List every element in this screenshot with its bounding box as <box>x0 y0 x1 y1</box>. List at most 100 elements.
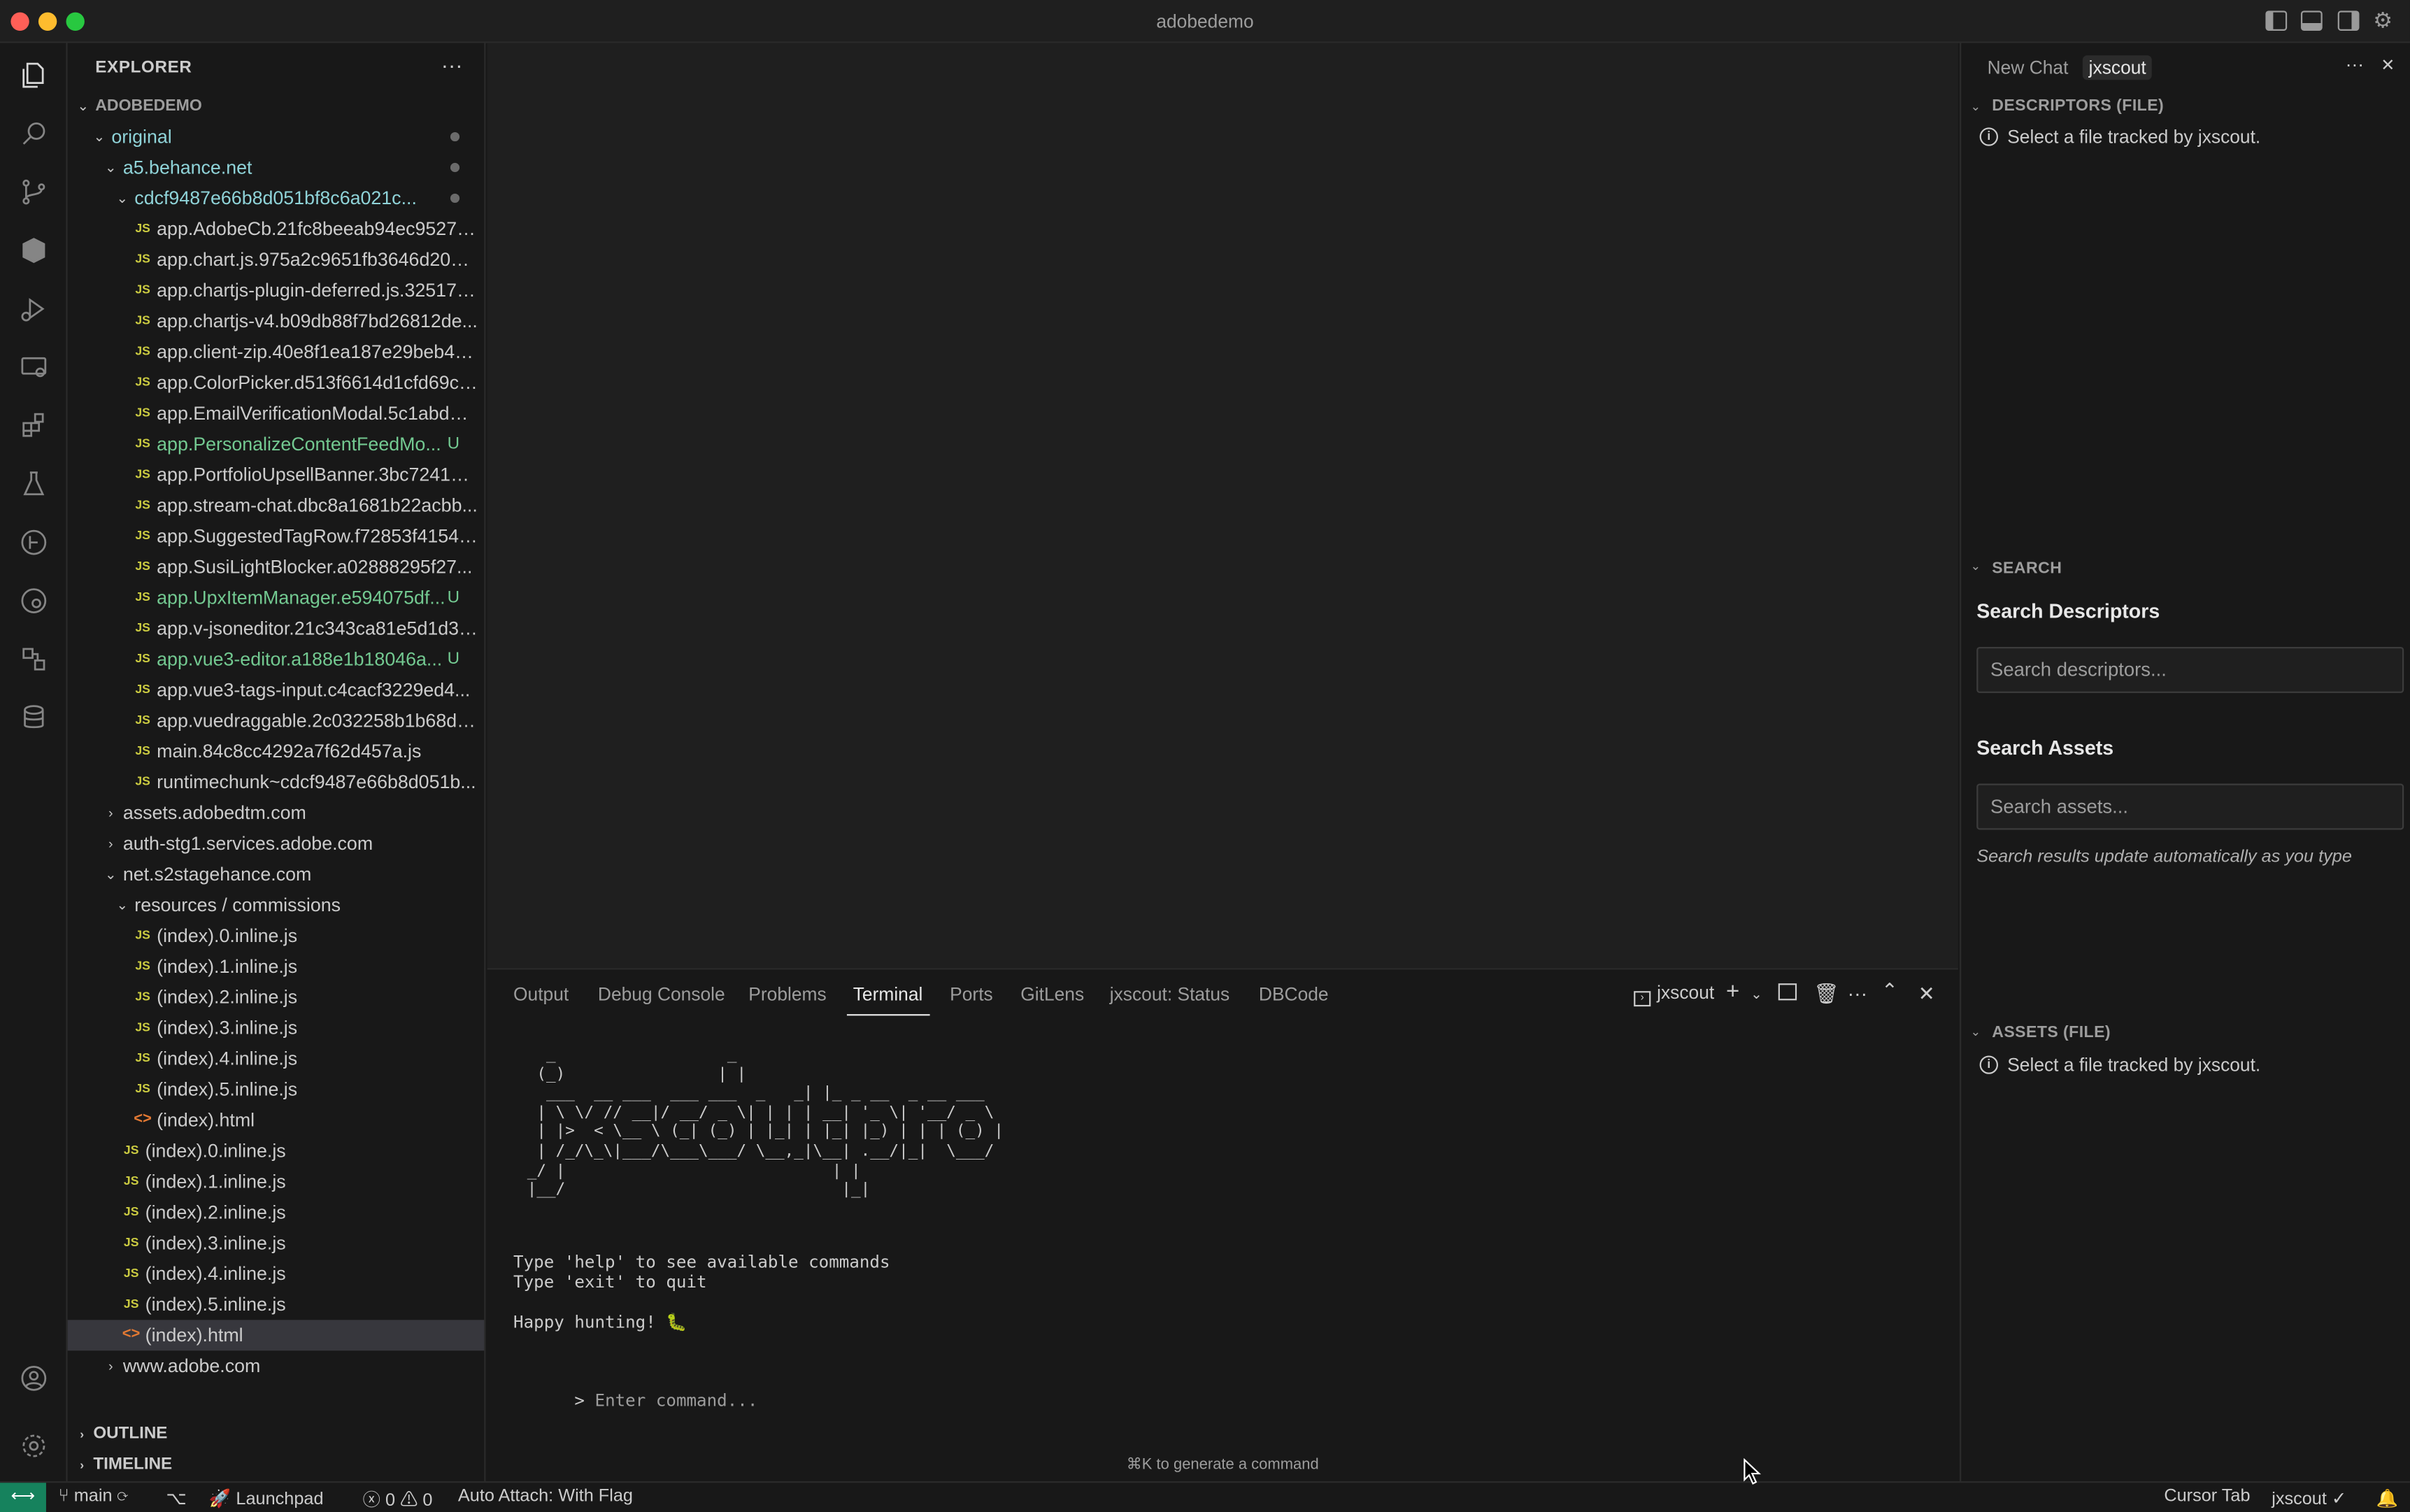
maximize-panel-chevron-up-icon[interactable]: ⌃ <box>1881 979 1898 1004</box>
tab-jxscout[interactable]: jxscout <box>2082 55 2153 80</box>
search-assets-input[interactable]: Search assets... <box>1976 783 2404 830</box>
tree-folder[interactable]: › assets.adobedtm.com <box>68 797 485 828</box>
cursor-tab-indicator[interactable]: Cursor Tab <box>2164 1488 2250 1506</box>
tree-file[interactable]: JS (index).4.inline.js <box>68 1043 485 1074</box>
tree-file[interactable]: JS app.UpxItemManager.e594075df... U <box>68 583 485 613</box>
search-descriptors-input[interactable]: Search descriptors... <box>1976 647 2404 693</box>
remote-indicator-icon[interactable]: ⟷ <box>0 1483 46 1512</box>
branch-indicator[interactable]: ⑂ main ⟳ <box>59 1488 128 1506</box>
trash-icon[interactable]: 🗑 <box>1813 982 1839 1006</box>
gitlens-inspect-icon[interactable] <box>15 583 52 620</box>
tree-file[interactable]: JS app.ColorPicker.d513f6614d1cfd69c6... <box>68 367 485 398</box>
account-icon[interactable] <box>15 1360 52 1397</box>
explorer-icon[interactable] <box>15 57 52 94</box>
toggle-secondary-sidebar-icon[interactable] <box>2337 10 2360 31</box>
tree-file[interactable]: JS (index).0.inline.js <box>68 920 485 951</box>
tab-new-chat[interactable]: New Chat <box>1981 55 2074 80</box>
toggle-panel-icon[interactable] <box>2300 10 2323 31</box>
tree-file[interactable]: JS app.EmailVerificationModal.5c1abdd7... <box>68 398 485 429</box>
tree-file[interactable]: JS app.vue3-editor.a188e1b18046a... U <box>68 644 485 675</box>
remote-explorer-icon[interactable] <box>15 349 52 386</box>
tree-file[interactable]: JS main.84c8cc4292a7f62d457a.js <box>68 736 485 766</box>
split-terminal-icon[interactable] <box>1778 983 1797 1001</box>
terminal-prompt[interactable]: > Enter command... <box>513 1371 757 1431</box>
tree-file[interactable]: JS (index).2.inline.js <box>68 1197 485 1228</box>
tree-file[interactable]: JS (index).5.inline.js <box>68 1289 485 1320</box>
testing-flask-icon[interactable] <box>15 466 52 503</box>
close-panel-icon[interactable]: ✕ <box>1918 982 1935 1006</box>
tab-jxscout-status[interactable]: jxscout: Status <box>1110 983 1230 1005</box>
descriptors-section-header[interactable]: DESCRIPTORS (FILE) <box>1992 97 2164 115</box>
tab-output[interactable]: Output <box>513 983 569 1005</box>
tree-folder[interactable]: ⌄ net.s2stagehance.com <box>68 859 485 890</box>
search-section-header[interactable]: SEARCH <box>1992 559 2062 578</box>
tree-folder[interactable]: ⌄ original <box>68 122 485 152</box>
source-control-icon[interactable] <box>15 173 52 211</box>
tab-gitlens[interactable]: GitLens <box>1020 983 1084 1005</box>
tree-folder[interactable]: ⌄ resources / commissions <box>68 890 485 920</box>
more-actions-icon[interactable]: ··· <box>1848 982 1868 1005</box>
timeline-section[interactable]: › TIMELINE <box>80 1455 172 1474</box>
tree-file[interactable]: JS (index).5.inline.js <box>68 1074 485 1105</box>
extensions-icon[interactable] <box>15 407 52 444</box>
tree-file[interactable]: JS app.stream-chat.dbc8a1681b22acbb... <box>68 490 485 521</box>
assets-section-header[interactable]: ASSETS (FILE) <box>1992 1023 2111 1041</box>
manage-gear-icon[interactable] <box>15 1427 52 1464</box>
tree-file[interactable]: JS app.chartjs-plugin-deferred.js.32517a.… <box>68 275 485 306</box>
tree-file[interactable]: JS app.PersonalizeContentFeedMo... U <box>68 429 485 459</box>
tree-file[interactable]: JS app.AdobeCb.21fc8beeab94ec9527a... <box>68 213 485 244</box>
tree-file[interactable]: JS app.vue3-tags-input.c4cacf3229ed4... <box>68 675 485 706</box>
more-actions-icon[interactable]: ··· <box>2346 54 2364 76</box>
new-terminal-plus-icon[interactable]: + <box>1726 979 1739 1005</box>
database-icon[interactable] <box>15 699 52 736</box>
gitlens-icon[interactable] <box>15 524 52 561</box>
tree-file[interactable]: JS app.client-zip.40e8f1ea187e29beb4d... <box>68 336 485 367</box>
tree-file[interactable]: JS app.chartjs-v4.b09db88f7bd26812de... <box>68 306 485 336</box>
toggle-primary-sidebar-icon[interactable] <box>2265 10 2288 31</box>
tab-problems[interactable]: Problems <box>748 983 826 1005</box>
tree-file[interactable]: JS app.v-jsoneditor.21c343ca81e5d1d3f... <box>68 613 485 644</box>
tree-folder[interactable]: ⌄ a5.behance.net <box>68 152 485 183</box>
launchpad-indicator[interactable]: 🚀 Launchpad <box>209 1488 324 1509</box>
close-icon[interactable]: ✕ <box>2381 55 2395 75</box>
command-input[interactable]: Enter command... <box>595 1390 758 1411</box>
notifications-bell-icon[interactable]: 🔔 <box>2376 1488 2398 1509</box>
tree-folder[interactable]: ⌄ cdcf9487e66b8d051bf8c6a021c... <box>68 183 485 213</box>
tree-file[interactable]: JS app.SuggestedTagRow.f72853f41548... <box>68 521 485 552</box>
auto-attach-indicator[interactable]: Auto Attach: With Flag <box>458 1488 633 1506</box>
tree-file[interactable]: JS app.PortfolioUpsellBanner.3bc72417e... <box>68 459 485 490</box>
tree-file[interactable]: JS app.SusiLightBlocker.a02888295f27... <box>68 552 485 583</box>
run-debug-icon[interactable] <box>15 290 52 327</box>
explorer-more-actions-button[interactable]: ··· <box>441 52 463 77</box>
outline-section[interactable]: › OUTLINE <box>80 1425 167 1443</box>
tree-file[interactable]: JS (index).0.inline.js <box>68 1136 485 1167</box>
tree-file[interactable]: JS (index).1.inline.js <box>68 1167 485 1197</box>
tree-file[interactable]: JS (index).2.inline.js <box>68 982 485 1013</box>
tree-file[interactable]: JS app.vuedraggable.2c032258b1b68d7... <box>68 705 485 736</box>
tab-dbcode[interactable]: DBCode <box>1259 983 1329 1005</box>
editor-area[interactable] <box>487 43 1958 969</box>
tab-ports[interactable]: Ports <box>950 983 993 1005</box>
tree-file[interactable]: JS (index).1.inline.js <box>68 951 485 982</box>
tree-file[interactable]: JS (index).3.inline.js <box>68 1228 485 1259</box>
settings-gear-icon[interactable]: ⚙ <box>2373 8 2393 34</box>
tree-file[interactable]: JS (index).4.inline.js <box>68 1258 485 1289</box>
gitlens-status-icon[interactable]: ⌥ <box>166 1488 186 1509</box>
terminal-dropdown-chevron-icon[interactable]: ⌄ <box>1751 987 1762 1004</box>
tree-file[interactable]: JS (index).3.inline.js <box>68 1013 485 1043</box>
jxscout-icon[interactable] <box>15 641 52 678</box>
tree-file[interactable]: <> (index).html <box>68 1105 485 1136</box>
tree-file[interactable]: JS app.chart.js.975a2c9651fb3646d20c.js <box>68 244 485 275</box>
workspace-root[interactable]: ⌄ ADOBEDEMO <box>68 91 485 122</box>
jxscout-status-indicator[interactable]: jxscout ✓ <box>2272 1488 2346 1509</box>
tab-debug-console[interactable]: Debug Console <box>598 983 725 1005</box>
tree-folder[interactable]: › www.adobe.com <box>68 1350 485 1381</box>
tree-file[interactable]: <> (index).html <box>67 1320 485 1351</box>
problems-indicator[interactable]: ⓧ 0 ⚠ 0 <box>363 1488 433 1512</box>
tab-terminal[interactable]: Terminal <box>853 983 923 1005</box>
search-icon[interactable] <box>15 115 52 152</box>
terminal-instance[interactable]: › jxscout <box>1634 982 1714 1007</box>
cube-extension-icon[interactable] <box>15 232 52 269</box>
tree-file[interactable]: JS runtimechunk~cdcf9487e66b8d051b... <box>68 766 485 797</box>
tree-folder[interactable]: › auth-stg1.services.adobe.com <box>68 828 485 859</box>
